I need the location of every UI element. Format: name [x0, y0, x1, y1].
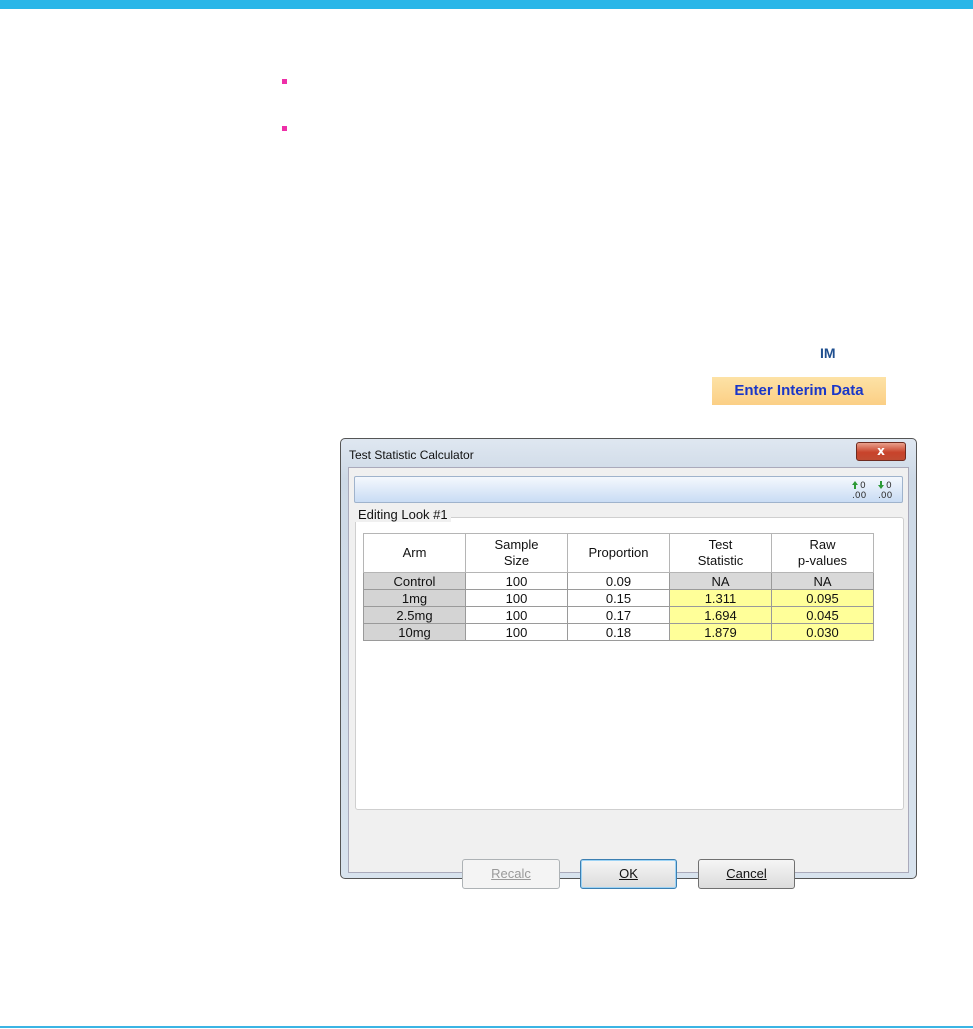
column-header-raw-p-values[interactable]: Raw p-values — [771, 533, 874, 573]
dialog-client-area: 0 .00 0 .00 Editing Look #1 Arm SampleS — [348, 467, 909, 889]
group-label: Editing Look #1 — [355, 507, 451, 522]
grid-header-row: Arm Sample Size Proportion Test Statistic … — [363, 533, 874, 573]
column-header-test-statistic[interactable]: Test Statistic — [669, 533, 772, 573]
arm-cell[interactable]: 1mg — [363, 589, 466, 607]
toolbar: 0 .00 0 .00 — [354, 476, 903, 503]
increase-decimals-icon[interactable]: 0 .00 — [851, 480, 871, 501]
svg-text:0: 0 — [886, 481, 892, 491]
arm-cell[interactable]: 2.5mg — [363, 606, 466, 624]
svg-text:0: 0 — [860, 481, 866, 491]
enter-interim-data-button[interactable]: Enter Interim Data — [712, 377, 886, 405]
ok-button[interactable]: OK — [580, 859, 677, 889]
sample-size-cell[interactable]: 100 — [465, 606, 568, 624]
bullet-marker — [282, 79, 287, 84]
svg-text:.00: .00 — [852, 491, 867, 500]
close-button[interactable]: x — [856, 442, 906, 461]
sample-size-cell[interactable]: 100 — [465, 623, 568, 641]
p-value-cell: NA — [771, 572, 874, 590]
proportion-cell[interactable]: 0.15 — [567, 589, 670, 607]
arm-cell[interactable]: 10mg — [363, 623, 466, 641]
column-header-arm[interactable]: Arm — [363, 533, 466, 573]
arm-cell[interactable]: Control — [363, 572, 466, 590]
table-row: 10mg 100 0.18 1.879 0.030 — [363, 623, 874, 641]
test-statistic-cell: 1.879 — [669, 623, 772, 641]
top-accent-bar — [0, 0, 973, 9]
test-statistic-cell: 1.694 — [669, 606, 772, 624]
column-header-sample-size[interactable]: Sample Size — [465, 533, 568, 573]
svg-text:.00: .00 — [878, 491, 893, 500]
dialog-title: Test Statistic Calculator — [349, 448, 474, 462]
p-value-cell: 0.045 — [771, 606, 874, 624]
proportion-cell[interactable]: 0.09 — [567, 572, 670, 590]
table-row: Control 100 0.09 NA NA — [363, 572, 874, 590]
sample-size-cell[interactable]: 100 — [465, 589, 568, 607]
test-statistic-calculator-dialog: Test Statistic Calculator x 0 .00 0 .00 — [340, 438, 917, 889]
cancel-button[interactable]: Cancel — [698, 859, 795, 889]
test-statistic-cell: NA — [669, 572, 772, 590]
p-value-cell: 0.030 — [771, 623, 874, 641]
data-grid: Arm Sample Size Proportion Test Statistic … — [363, 533, 874, 641]
proportion-cell[interactable]: 0.18 — [567, 623, 670, 641]
decrease-decimals-icon[interactable]: 0 .00 — [877, 480, 897, 501]
column-header-proportion[interactable]: Proportion — [567, 533, 670, 573]
bottom-divider — [0, 1026, 973, 1028]
bullet-marker — [282, 126, 287, 131]
im-label: IM — [820, 345, 836, 361]
p-value-cell: 0.095 — [771, 589, 874, 607]
table-row: 1mg 100 0.15 1.311 0.095 — [363, 589, 874, 607]
test-statistic-cell: 1.311 — [669, 589, 772, 607]
proportion-cell[interactable]: 0.17 — [567, 606, 670, 624]
sample-size-cell[interactable]: 100 — [465, 572, 568, 590]
recalc-button[interactable]: Recalc — [462, 859, 560, 889]
table-row: 2.5mg 100 0.17 1.694 0.045 — [363, 606, 874, 624]
close-icon: x — [877, 444, 885, 458]
